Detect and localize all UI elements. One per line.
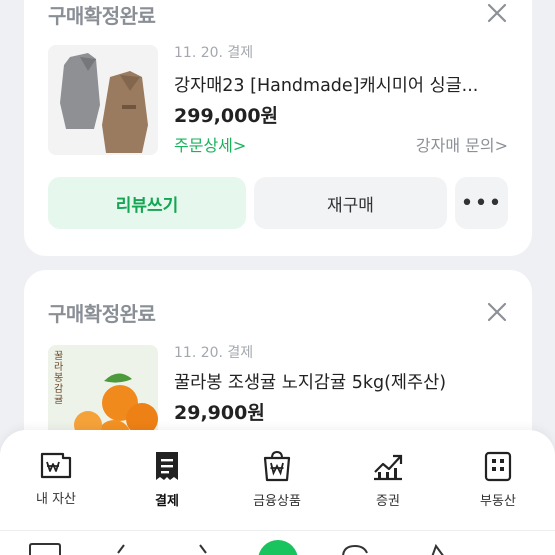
nav-item-my-assets[interactable]: 내 자산: [11, 450, 101, 507]
refresh-icon[interactable]: [340, 543, 370, 555]
bag-won-icon: [263, 450, 291, 482]
browser-toolbar: [0, 530, 555, 555]
nav-label: 내 자산: [35, 492, 76, 507]
more-options-button[interactable]: •••: [455, 177, 508, 229]
product-price: 29,900원: [174, 402, 265, 424]
nav-item-payment[interactable]: 결제: [122, 450, 212, 509]
bottom-navigation: 내 자산 결제 금융상품 증권 부동산: [0, 430, 555, 530]
order-status: 구매확정완료: [48, 4, 156, 28]
nav-item-real-estate[interactable]: 부동산: [453, 450, 543, 509]
building-icon: [484, 451, 512, 482]
product-price: 299,000원: [174, 105, 279, 127]
product-title[interactable]: 꿀라봉 조생귤 노지감귤 5kg(제주산): [174, 369, 509, 394]
product-title[interactable]: 강자매23 [Handmade]캐시미어 싱글...: [174, 72, 509, 97]
write-review-button[interactable]: 리뷰쓰기: [48, 177, 246, 229]
close-icon[interactable]: [486, 2, 508, 24]
order-detail-link[interactable]: 주문상세>: [174, 132, 246, 156]
nav-item-stocks[interactable]: 증권: [343, 450, 433, 509]
product-thumbnail[interactable]: [48, 45, 158, 155]
seller-inquiry-link[interactable]: 강자매 문의>: [416, 132, 508, 156]
close-icon[interactable]: [486, 301, 508, 323]
back-icon[interactable]: [112, 543, 128, 555]
order-date: 11. 20. 결제: [174, 345, 254, 361]
forward-icon[interactable]: [196, 543, 212, 555]
nav-item-financial-products[interactable]: 금융상품: [232, 450, 322, 509]
nav-label: 결제: [155, 494, 179, 509]
receipt-icon: [156, 452, 178, 480]
home-icon[interactable]: [258, 540, 298, 555]
rebuy-button[interactable]: 재구매: [254, 177, 447, 229]
order-status: 구매확정완료: [48, 302, 156, 326]
tabs-icon[interactable]: [28, 543, 62, 555]
nav-label: 금융상품: [253, 494, 301, 509]
product-thumbnail-label: 꿀라봉감귤: [54, 351, 64, 406]
order-card: 구매확정완료 11. 20. 결제 강자매23 [Handmade]캐시미어 싱…: [24, 0, 532, 256]
wallet-won-icon: [40, 452, 72, 479]
stock-chart-icon: [374, 454, 403, 481]
share-icon[interactable]: [428, 543, 448, 555]
nav-label: 부동산: [480, 494, 516, 509]
order-date: 11. 20. 결제: [174, 45, 254, 61]
nav-label: 증권: [376, 494, 400, 509]
